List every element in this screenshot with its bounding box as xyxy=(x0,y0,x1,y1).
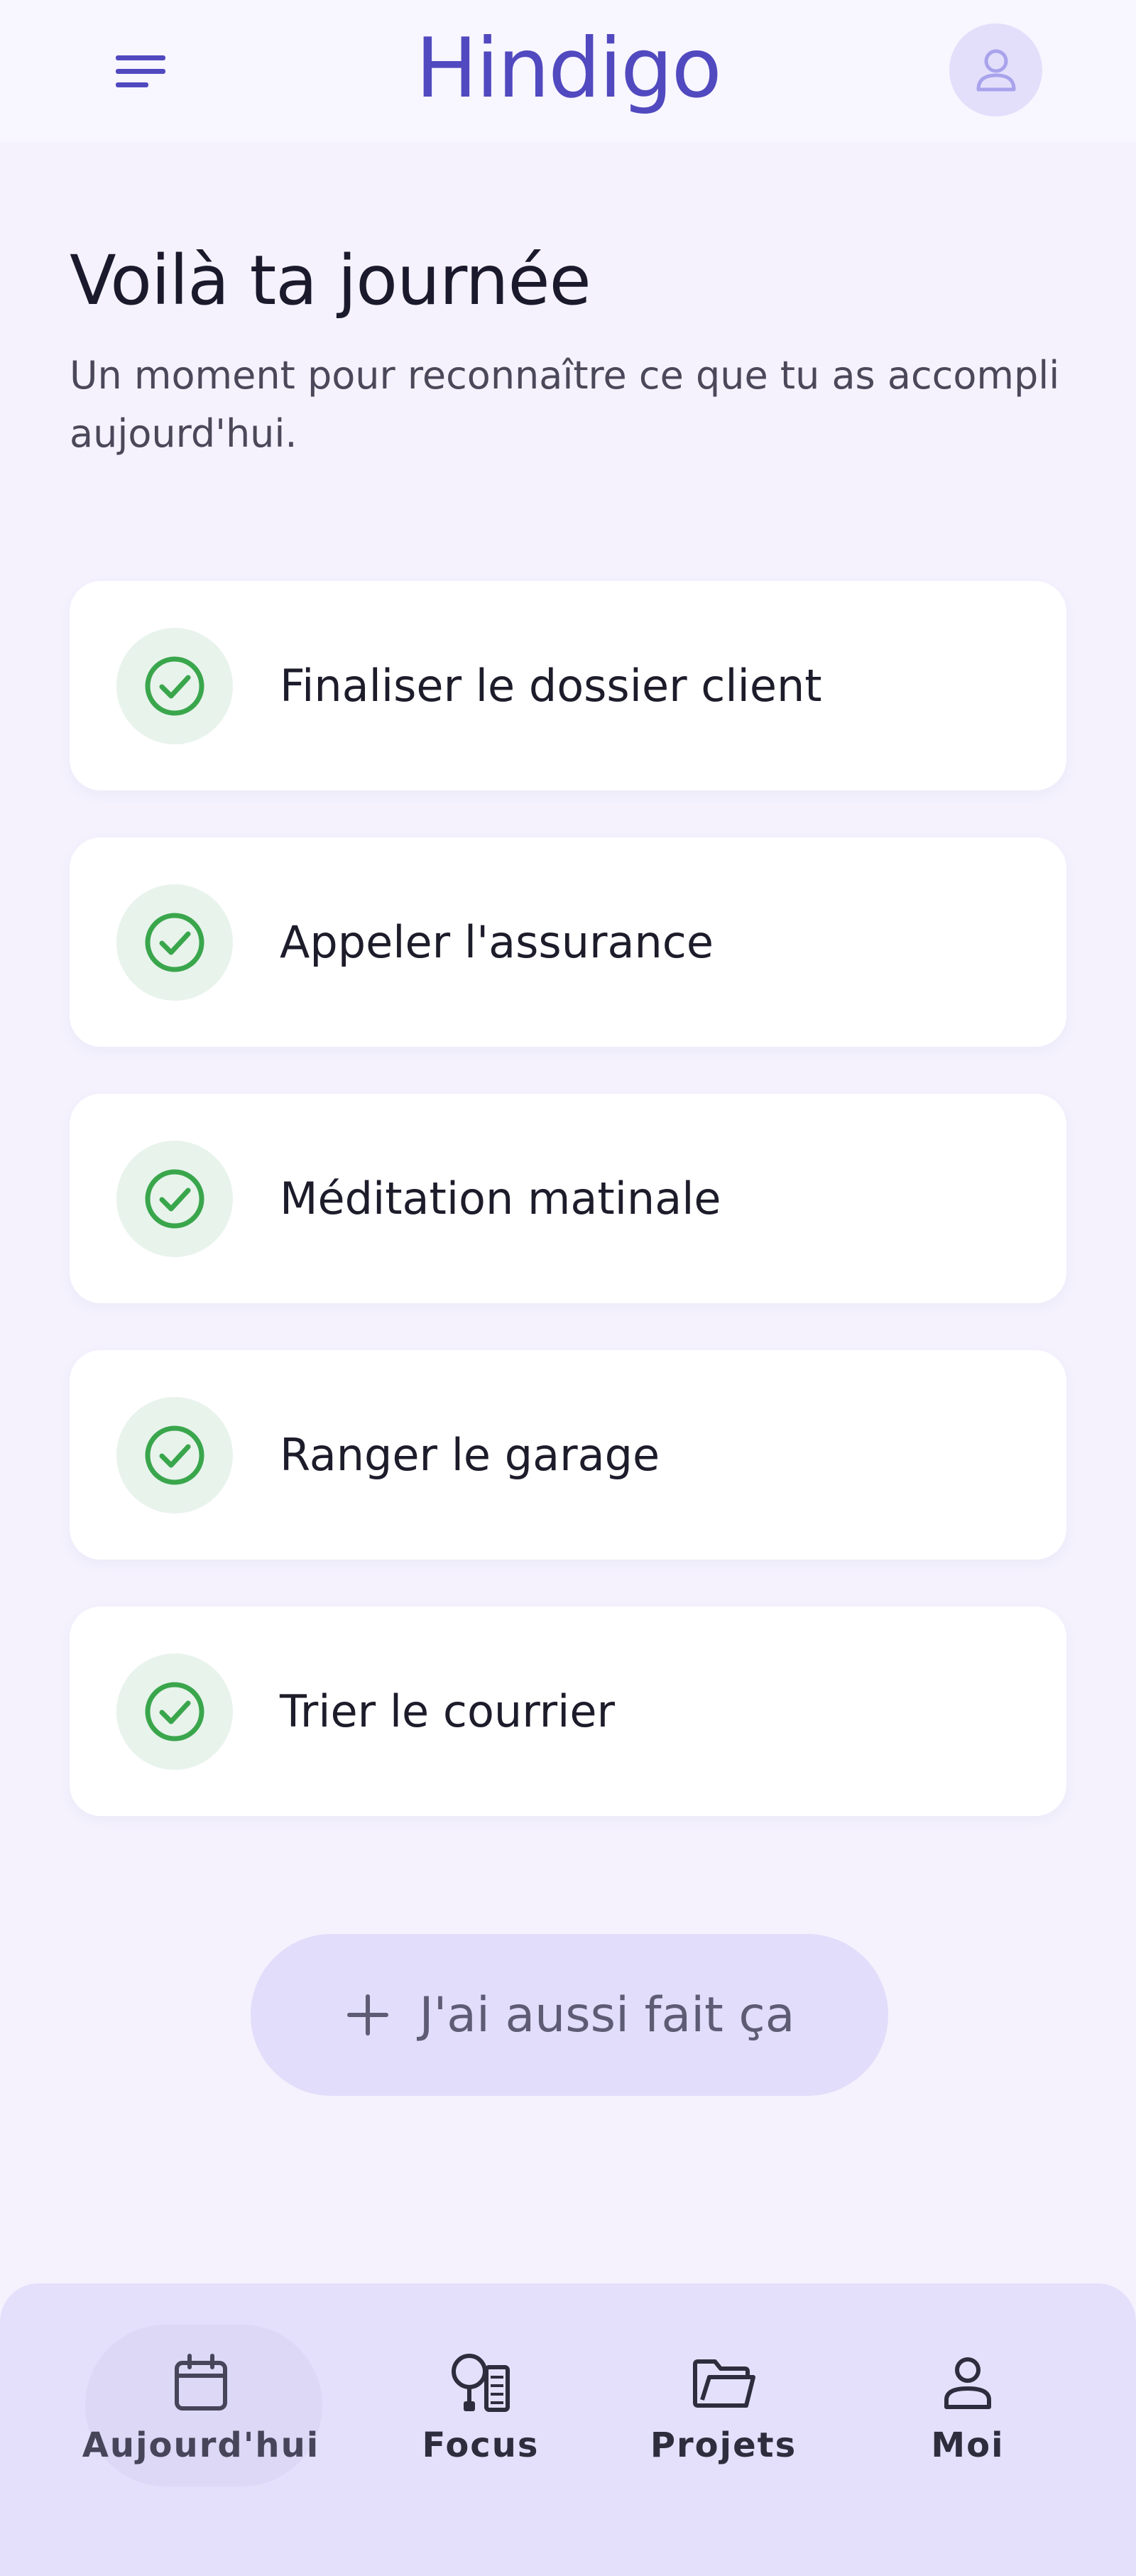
task-label: Appeler l'assurance xyxy=(280,916,714,968)
nav-item-today[interactable]: Aujourd'hui xyxy=(82,2325,322,2487)
task-card[interactable]: Appeler l'assurance xyxy=(70,837,1066,1047)
check-circle-icon xyxy=(145,913,204,972)
check-circle-icon xyxy=(145,1169,204,1229)
task-label: Finaliser le dossier client xyxy=(280,660,822,712)
check-circle-icon xyxy=(145,1425,204,1485)
task-card[interactable]: Trier le courrier xyxy=(70,1607,1066,1816)
page-subtitle: Un moment pour reconnaître ce que tu as … xyxy=(70,353,1060,456)
task-check xyxy=(116,1397,233,1513)
add-extra-task-button[interactable]: J'ai aussi fait ça xyxy=(251,1934,888,2096)
add-extra-task-label: J'ai aussi fait ça xyxy=(419,1987,795,2043)
profile-avatar-button[interactable] xyxy=(949,23,1042,116)
page-title: Voilà ta journée xyxy=(70,241,591,320)
nav-item-projects[interactable]: Projets xyxy=(606,2325,841,2487)
focus-icon xyxy=(445,2347,516,2418)
task-label: Méditation matinale xyxy=(280,1173,721,1224)
task-card[interactable]: Ranger le garage xyxy=(70,1350,1066,1560)
task-check xyxy=(116,884,233,1001)
task-check xyxy=(116,1141,233,1257)
folder-icon xyxy=(688,2347,759,2418)
nav-label: Projets xyxy=(650,2425,797,2465)
check-circle-icon xyxy=(145,1682,204,1741)
check-circle-icon xyxy=(145,656,204,716)
task-card[interactable]: Méditation matinale xyxy=(70,1094,1066,1303)
task-label: Trier le courrier xyxy=(280,1685,615,1737)
plus-icon xyxy=(346,1994,388,2036)
top-app-bar: Hindigo xyxy=(0,0,1136,142)
task-label: Ranger le garage xyxy=(280,1429,660,1481)
bottom-navigation: Aujourd'hui Focus Projets Moi xyxy=(0,2283,1136,2576)
nav-label: Focus xyxy=(422,2425,540,2465)
user-icon xyxy=(976,49,1015,91)
nav-item-me[interactable]: Moi xyxy=(851,2325,1085,2487)
nav-item-focus[interactable]: Focus xyxy=(364,2325,598,2487)
nav-label: Moi xyxy=(931,2425,1005,2465)
task-card[interactable]: Finaliser le dossier client xyxy=(70,581,1066,790)
person-icon xyxy=(932,2347,1003,2418)
calendar-icon xyxy=(165,2347,236,2418)
completed-task-list: Finaliser le dossier client Appeler l'as… xyxy=(70,581,1066,1863)
task-check xyxy=(116,1653,233,1770)
nav-label: Aujourd'hui xyxy=(82,2425,320,2465)
task-check xyxy=(116,628,233,744)
